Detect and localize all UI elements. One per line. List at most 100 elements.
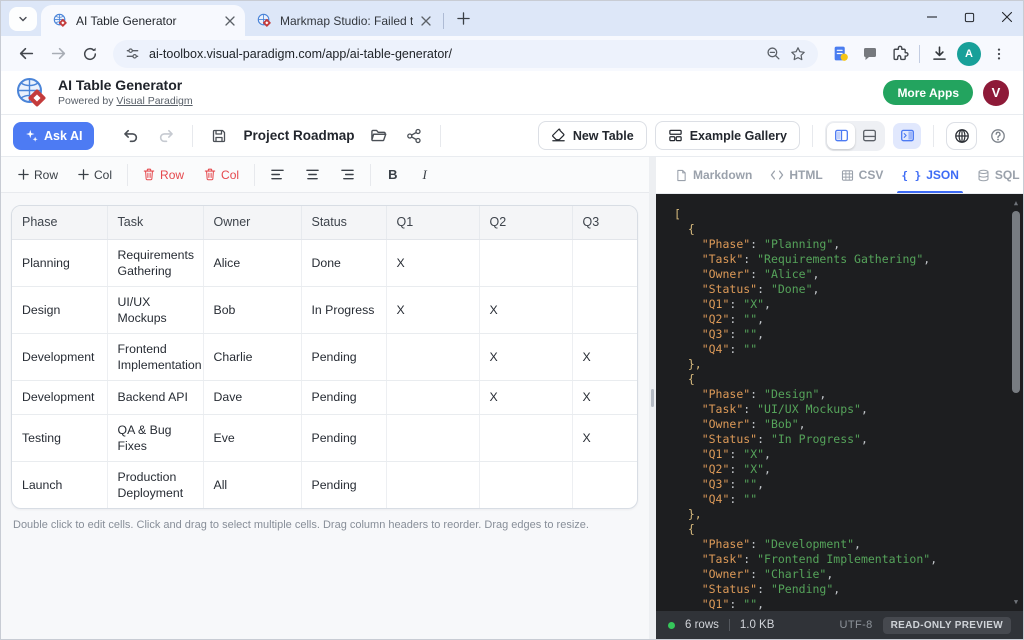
table-cell[interactable]: Alice: [203, 239, 301, 286]
bold-button[interactable]: B: [377, 163, 408, 186]
align-right-button[interactable]: [331, 163, 364, 186]
table-cell[interactable]: In Progress: [301, 286, 386, 333]
table-cell[interactable]: X: [386, 239, 479, 286]
table-cell[interactable]: [479, 239, 572, 286]
table-cell[interactable]: [479, 461, 572, 508]
tab-close-icon[interactable]: [421, 16, 431, 26]
table-cell[interactable]: X: [572, 414, 638, 461]
tab-html[interactable]: HTML: [761, 157, 831, 193]
table-cell[interactable]: Pending: [301, 333, 386, 380]
example-gallery-button[interactable]: Example Gallery: [655, 121, 800, 150]
close-icon[interactable]: [1001, 11, 1013, 23]
code-scrollbar[interactable]: ▲ ▼: [1009, 194, 1023, 611]
table-cell[interactable]: [572, 239, 638, 286]
table-cell[interactable]: X: [572, 380, 638, 414]
table-cell[interactable]: QA & Bug Fixes: [107, 414, 203, 461]
ask-ai-button[interactable]: Ask AI: [13, 122, 94, 150]
column-header[interactable]: Task: [107, 206, 203, 239]
column-header[interactable]: Q1: [386, 206, 479, 239]
italic-button[interactable]: I: [410, 163, 438, 187]
open-file-button[interactable]: [364, 122, 392, 150]
table-cell[interactable]: Development: [12, 333, 107, 380]
table-cell[interactable]: Launch: [12, 461, 107, 508]
table-cell[interactable]: X: [479, 380, 572, 414]
site-settings-icon[interactable]: [125, 46, 140, 61]
scroll-down-arrow[interactable]: ▼: [1009, 595, 1023, 609]
column-header[interactable]: Owner: [203, 206, 301, 239]
more-apps-button[interactable]: More Apps: [883, 80, 973, 105]
layout-vertical-split-button[interactable]: [827, 123, 855, 149]
extensions-puzzle-icon[interactable]: [886, 40, 914, 68]
panel-resize-divider[interactable]: [649, 157, 656, 639]
table-cell[interactable]: Charlie: [203, 333, 301, 380]
table-cell[interactable]: Development: [12, 380, 107, 414]
browser-tab-active[interactable]: AI Table Generator: [41, 5, 245, 36]
delete-col-button[interactable]: Col: [195, 163, 248, 187]
align-center-button[interactable]: [296, 163, 329, 186]
undo-button[interactable]: [116, 122, 144, 150]
table-cell[interactable]: Backend API: [107, 380, 203, 414]
visual-paradigm-link[interactable]: Visual Paradigm: [116, 95, 192, 107]
column-header[interactable]: Phase: [12, 206, 107, 239]
tab-markdown[interactable]: Markdown: [666, 157, 761, 193]
table-cell[interactable]: X: [479, 333, 572, 380]
align-left-button[interactable]: [261, 163, 294, 186]
url-text[interactable]: ai-toolbox.visual-paradigm.com/app/ai-ta…: [149, 47, 757, 61]
browser-tab-inactive[interactable]: Markmap Studio: Failed to oper: [245, 5, 441, 36]
new-tab-button[interactable]: [450, 5, 476, 31]
table-cell[interactable]: Production Deployment: [107, 461, 203, 508]
scroll-up-arrow[interactable]: ▲: [1009, 196, 1023, 210]
tab-close-icon[interactable]: [225, 16, 235, 26]
table-cell[interactable]: [572, 461, 638, 508]
column-header[interactable]: Q2: [479, 206, 572, 239]
table-cell[interactable]: Done: [301, 239, 386, 286]
table-cell[interactable]: [386, 414, 479, 461]
table-cell[interactable]: Bob: [203, 286, 301, 333]
add-row-button[interactable]: Row: [9, 163, 67, 187]
downloads-button[interactable]: [925, 40, 953, 68]
resize-handle[interactable]: [651, 389, 654, 407]
table-cell[interactable]: UI/UX Mockups: [107, 286, 203, 333]
tab-json[interactable]: { } JSON: [892, 157, 968, 193]
table-cell[interactable]: Requirements Gathering: [107, 239, 203, 286]
table-cell[interactable]: Pending: [301, 380, 386, 414]
table-cell[interactable]: Planning: [12, 239, 107, 286]
back-button[interactable]: [11, 39, 41, 69]
delete-row-button[interactable]: Row: [134, 163, 193, 187]
language-button[interactable]: [946, 122, 977, 150]
zoom-out-icon[interactable]: [766, 46, 781, 61]
table-cell[interactable]: X: [572, 333, 638, 380]
table-cell[interactable]: [386, 380, 479, 414]
new-table-button[interactable]: New Table: [538, 121, 647, 150]
table-cell[interactable]: [479, 414, 572, 461]
table-cell[interactable]: Frontend Implementation: [107, 333, 203, 380]
help-button[interactable]: [985, 123, 1011, 149]
extension-docs-icon[interactable]: [826, 40, 854, 68]
scrollbar-thumb[interactable]: [1012, 211, 1020, 393]
table-cell[interactable]: Eve: [203, 414, 301, 461]
browser-profile-avatar[interactable]: A: [957, 42, 981, 66]
table-cell[interactable]: Design: [12, 286, 107, 333]
tab-sql[interactable]: SQL: [968, 157, 1024, 193]
toggle-preview-panel-button[interactable]: [893, 123, 921, 149]
layout-horizontal-split-button[interactable]: [855, 123, 883, 149]
table-cell[interactable]: Testing: [12, 414, 107, 461]
table-cell[interactable]: Dave: [203, 380, 301, 414]
bookmark-star-icon[interactable]: [790, 46, 806, 62]
tab-csv[interactable]: CSV: [832, 157, 893, 193]
maximize-icon[interactable]: [964, 12, 975, 23]
forward-button[interactable]: [43, 39, 73, 69]
column-header[interactable]: Status: [301, 206, 386, 239]
address-bar[interactable]: ai-toolbox.visual-paradigm.com/app/ai-ta…: [113, 40, 818, 68]
table-cell[interactable]: [572, 286, 638, 333]
redo-button[interactable]: [152, 122, 180, 150]
reload-button[interactable]: [75, 39, 105, 69]
share-button[interactable]: [400, 122, 428, 150]
table-cell[interactable]: All: [203, 461, 301, 508]
table-cell[interactable]: [386, 461, 479, 508]
table-cell[interactable]: X: [386, 286, 479, 333]
table-cell[interactable]: Pending: [301, 414, 386, 461]
minimize-icon[interactable]: [926, 11, 938, 23]
add-col-button[interactable]: Col: [69, 163, 121, 187]
table-cell[interactable]: X: [479, 286, 572, 333]
